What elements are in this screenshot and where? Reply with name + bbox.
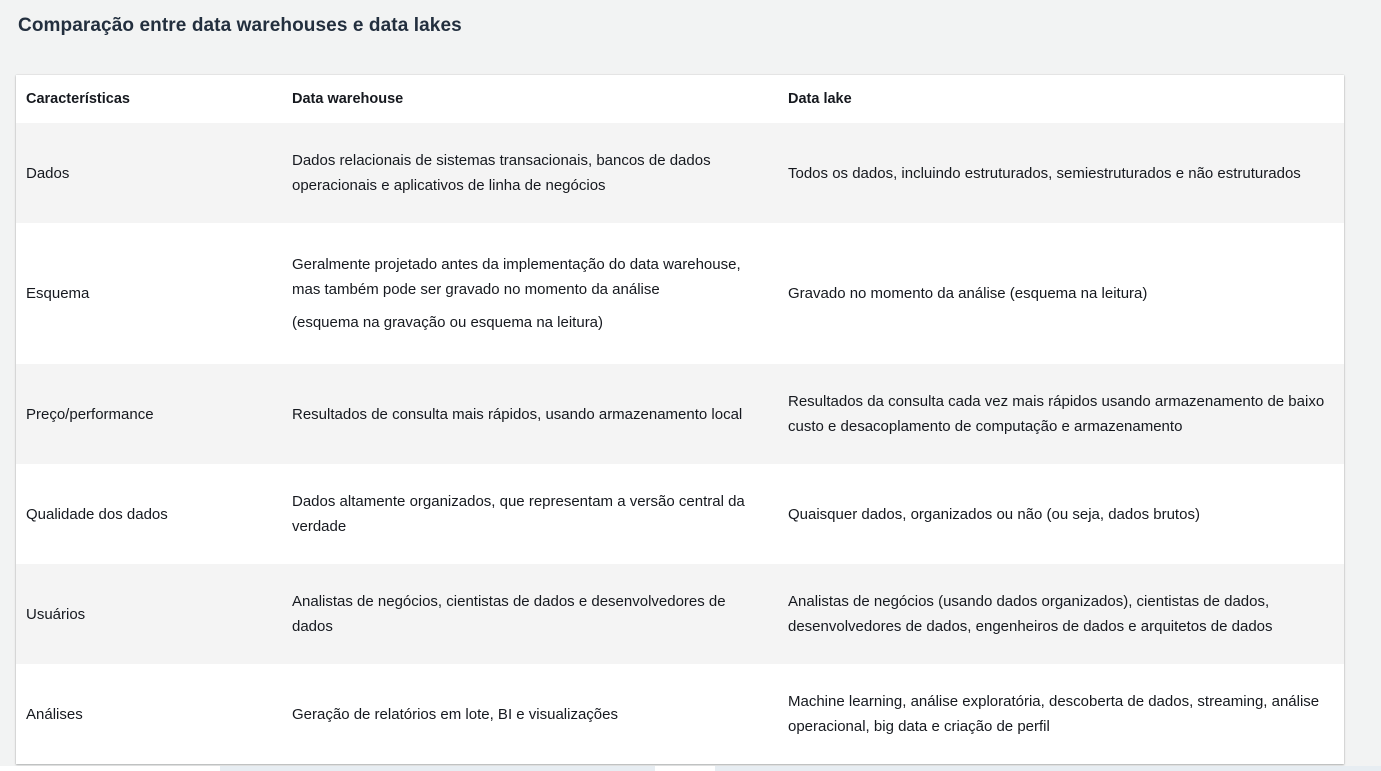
cell-warehouse: Dados altamente organizados, que represe… bbox=[282, 464, 778, 564]
cell-lake: Machine learning, análise exploratória, … bbox=[778, 664, 1344, 764]
strip-segment bbox=[0, 766, 220, 771]
cell-text: Resultados de consulta mais rápidos, usa… bbox=[292, 405, 743, 423]
cell-text: Analistas de negócios (usando dados orga… bbox=[788, 593, 1273, 635]
page-scrollbar-strip bbox=[0, 766, 1381, 771]
cell-lake: Analistas de negócios (usando dados orga… bbox=[778, 564, 1344, 664]
cell-text: Gravado no momento da análise (esquema n… bbox=[788, 285, 1148, 302]
cell-lake: Todos os dados, incluindo estruturados, … bbox=[778, 123, 1344, 223]
cell-text: (esquema na gravação ou esquema na leitu… bbox=[292, 314, 604, 331]
comparison-table-card: Características Data warehouse Data lake… bbox=[16, 75, 1344, 764]
cell-warehouse: Analistas de negócios, cientistas de dad… bbox=[282, 564, 778, 664]
cell-lake: Resultados da consulta cada vez mais ráp… bbox=[778, 364, 1344, 464]
comparison-table: Características Data warehouse Data lake… bbox=[16, 75, 1344, 764]
cell-text: Quaisquer dados, organizados ou não (ou … bbox=[788, 505, 1200, 523]
cell-feature: Usuários bbox=[16, 564, 282, 664]
cell-feature: Esquema bbox=[16, 223, 282, 364]
header-characteristics: Características bbox=[16, 75, 282, 123]
cell-text: Dados relacionais de sistemas transacion… bbox=[292, 152, 711, 194]
table-row: Usuários Analistas de negócios, cientist… bbox=[16, 564, 1344, 664]
strip-segment bbox=[655, 766, 715, 771]
cell-text: Geralmente projetado antes da implementa… bbox=[292, 256, 741, 298]
table-header-row: Características Data warehouse Data lake bbox=[16, 75, 1344, 123]
cell-warehouse: Resultados de consulta mais rápidos, usa… bbox=[282, 364, 778, 464]
header-data-lake: Data lake bbox=[778, 75, 1344, 123]
cell-feature: Análises bbox=[16, 664, 282, 764]
cell-text: Resultados da consulta cada vez mais ráp… bbox=[788, 393, 1325, 435]
table-row: Dados Dados relacionais de sistemas tran… bbox=[16, 123, 1344, 223]
header-data-warehouse: Data warehouse bbox=[282, 75, 778, 123]
cell-lake: Quaisquer dados, organizados ou não (ou … bbox=[778, 464, 1344, 564]
table-row: Qualidade dos dados Dados altamente orga… bbox=[16, 464, 1344, 564]
table-row: Esquema Geralmente projetado antes da im… bbox=[16, 223, 1344, 364]
cell-text: Analistas de negócios, cientistas de dad… bbox=[292, 593, 726, 635]
cell-lake: Gravado no momento da análise (esquema n… bbox=[778, 223, 1344, 364]
cell-text: Machine learning, análise exploratória, … bbox=[788, 693, 1320, 735]
cell-text: Todos os dados, incluindo estruturados, … bbox=[788, 164, 1301, 182]
cell-feature: Qualidade dos dados bbox=[16, 464, 282, 564]
cell-feature: Dados bbox=[16, 123, 282, 223]
cell-text: Dados altamente organizados, que represe… bbox=[292, 493, 745, 535]
cell-warehouse: Geralmente projetado antes da implementa… bbox=[282, 223, 778, 364]
cell-warehouse: Geração de relatórios em lote, BI e visu… bbox=[282, 664, 778, 764]
cell-warehouse: Dados relacionais de sistemas transacion… bbox=[282, 123, 778, 223]
cell-text: Geração de relatórios em lote, BI e visu… bbox=[292, 705, 618, 723]
cell-feature: Preço/performance bbox=[16, 364, 282, 464]
page-title: Comparação entre data warehouses e data … bbox=[18, 15, 462, 36]
table-row: Análises Geração de relatórios em lote, … bbox=[16, 664, 1344, 764]
table-row: Preço/performance Resultados de consulta… bbox=[16, 364, 1344, 464]
